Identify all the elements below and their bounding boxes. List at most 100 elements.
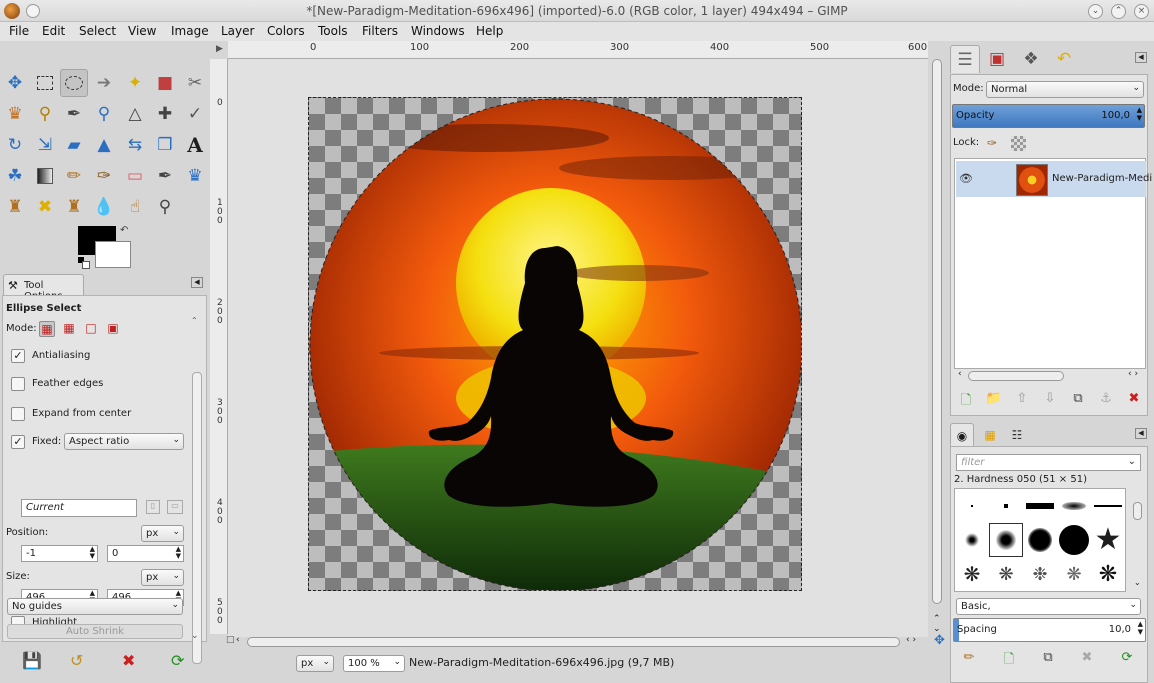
align-icon[interactable]: ✚ xyxy=(151,100,179,128)
perspective-clone-icon[interactable]: ♜ xyxy=(60,193,88,221)
brush-item[interactable] xyxy=(1057,523,1091,557)
brush-item[interactable] xyxy=(1023,489,1057,523)
background-color-swatch[interactable] xyxy=(95,241,131,268)
shear-icon[interactable]: ▰ xyxy=(60,131,88,159)
image-canvas[interactable] xyxy=(308,97,802,591)
brush-item[interactable]: ❋ xyxy=(1091,557,1125,591)
paths-icon[interactable]: ⚲ xyxy=(31,100,59,128)
scroll-left-icon[interactable]: ‹ xyxy=(236,635,240,645)
rect-select-icon[interactable] xyxy=(31,69,59,97)
lock-alpha-icon[interactable] xyxy=(1011,136,1026,151)
layer-row[interactable]: 👁 New-Paradigm-Medi xyxy=(956,161,1152,197)
heal-icon[interactable]: ✖ xyxy=(31,193,59,221)
save-options-icon[interactable]: 💾 xyxy=(22,651,42,670)
brush-item[interactable] xyxy=(955,489,989,523)
rotate-icon[interactable]: ↻ xyxy=(1,131,29,159)
unit-select[interactable]: px ⌄ xyxy=(296,655,334,672)
duplicate-layer-icon[interactable]: ⧉ xyxy=(1068,391,1088,406)
quick-mask-menu-icon[interactable]: ▶ xyxy=(216,44,223,54)
aspect-current-field[interactable]: Current xyxy=(21,499,137,517)
duplicate-brush-icon[interactable]: ⧉ xyxy=(1038,650,1058,665)
ink-icon[interactable]: ♛ xyxy=(181,162,209,190)
move-tool-icon[interactable]: ✥ xyxy=(1,69,29,97)
edit-brush-icon[interactable]: ✏ xyxy=(959,650,979,665)
menu-select[interactable]: Select xyxy=(79,24,116,38)
layers-list[interactable]: 👁 New-Paradigm-Medi ‹ ‹ › xyxy=(954,158,1152,381)
tab-tool-options[interactable]: ⚒ Tool Options xyxy=(3,274,84,302)
dock-menu-button[interactable]: ◀ xyxy=(1135,52,1147,63)
brush-item-selected[interactable] xyxy=(989,523,1023,557)
tab-channels-icon[interactable]: ▣ xyxy=(982,45,1012,73)
blend-icon[interactable] xyxy=(31,162,59,190)
crop-icon[interactable]: ✓ xyxy=(181,100,209,128)
layer-name[interactable]: New-Paradigm-Medi xyxy=(1052,173,1152,184)
color-picker-icon[interactable]: ✒ xyxy=(60,100,88,128)
smudge-icon[interactable]: ☝ xyxy=(121,193,149,221)
spin-arrows-icon[interactable]: ▲▼ xyxy=(1137,106,1142,122)
flip-icon[interactable]: ⇆ xyxy=(121,131,149,159)
airbrush-icon[interactable]: ✒ xyxy=(151,162,179,190)
brush-item[interactable] xyxy=(1057,489,1091,523)
position-y-field[interactable]: 0 ▲ ▼ xyxy=(107,545,184,562)
mode-subtract-icon[interactable]: □ xyxy=(83,321,99,337)
new-brush-icon[interactable]: 🗋 xyxy=(999,650,1019,672)
zoom-select[interactable]: 100 % ⌄ xyxy=(343,655,405,672)
brush-filter-input[interactable]: filter ⌄ xyxy=(956,454,1141,471)
perspective-icon[interactable]: ▲ xyxy=(90,131,118,159)
portrait-icon[interactable]: ▯ xyxy=(146,500,160,514)
horizontal-ruler[interactable]: 0 100 200 300 400 500 600 xyxy=(228,41,928,59)
navigation-icon[interactable]: ✥ xyxy=(934,633,945,648)
menu-help[interactable]: Help xyxy=(476,24,503,38)
measure-icon[interactable]: △ xyxy=(121,100,149,128)
vertical-ruler[interactable]: 0 100 200 300 400 500 xyxy=(210,59,228,634)
mode-add-icon[interactable]: ▦ xyxy=(61,321,77,337)
menu-image[interactable]: Image xyxy=(171,24,209,38)
close-window-button[interactable]: × xyxy=(1134,4,1149,19)
free-select-icon[interactable]: ➔ xyxy=(90,69,118,97)
menu-colors[interactable]: Colors xyxy=(267,24,305,38)
opacity-slider[interactable]: Opacity 100,0 ▲ ▼ xyxy=(952,104,1145,128)
menu-tools[interactable]: Tools xyxy=(318,24,348,38)
spin-arrows-icon[interactable]: ▲▼ xyxy=(176,546,181,560)
fuzzy-select-icon[interactable]: ✦ xyxy=(121,69,149,97)
tab-gradients-icon[interactable]: ☷ xyxy=(1005,423,1029,447)
dodge-burn-icon[interactable]: ⚲ xyxy=(151,193,179,221)
reset-options-icon[interactable]: ⟳ xyxy=(171,651,184,670)
tab-menu-button[interactable]: ◀ xyxy=(191,277,203,288)
landscape-icon[interactable]: ▭ xyxy=(167,500,183,514)
new-layer-group-icon[interactable]: 📁 xyxy=(984,391,1004,406)
guides-select[interactable]: No guides ⌄ xyxy=(7,598,183,615)
brush-grid-scrollbar[interactable]: ⌄ xyxy=(1131,488,1144,592)
reset-colors-icon[interactable] xyxy=(78,257,90,269)
blur-icon[interactable]: 💧 xyxy=(90,193,118,221)
zoom-icon[interactable]: ⚲ xyxy=(90,100,118,128)
menu-view[interactable]: View xyxy=(128,24,156,38)
brushes-menu-button[interactable]: ◀ xyxy=(1135,428,1147,439)
size-unit-select[interactable]: px ⌄ xyxy=(141,569,184,586)
brush-item[interactable] xyxy=(955,523,989,557)
cage-transform-icon[interactable]: ❒ xyxy=(151,131,179,159)
tab-undo-icon[interactable]: ↶ xyxy=(1049,45,1079,73)
menu-filters[interactable]: Filters xyxy=(362,24,398,38)
delete-options-icon[interactable]: ✖ xyxy=(122,651,135,670)
lock-pixels-icon[interactable]: ✑ xyxy=(987,136,997,150)
navigate-icon[interactable]: □ xyxy=(226,635,235,645)
tab-patterns-icon[interactable]: ▦ xyxy=(978,423,1002,447)
raise-layer-icon[interactable]: ⇧ xyxy=(1012,391,1032,406)
canvas-area[interactable] xyxy=(228,59,928,637)
delete-brush-icon[interactable]: ✖ xyxy=(1077,650,1097,665)
brush-grid[interactable]: ★ ❋ ❋ ❉ ❋ ❋ xyxy=(954,488,1126,592)
brush-item[interactable] xyxy=(989,489,1023,523)
mode-intersect-icon[interactable]: ▣ xyxy=(105,321,121,337)
star-brush-icon[interactable]: ★ xyxy=(1091,523,1125,557)
spin-arrows-icon[interactable]: ▲▼ xyxy=(1138,620,1143,636)
layers-hscrollbar[interactable]: ‹ ‹ › xyxy=(956,369,1146,383)
tab-paths-icon[interactable]: ❖ xyxy=(1016,45,1046,73)
swap-colors-icon[interactable]: ↶ xyxy=(120,225,128,236)
menu-windows[interactable]: Windows xyxy=(411,24,465,38)
expand-from-center-checkbox[interactable] xyxy=(11,407,25,421)
fixed-mode-select[interactable]: Aspect ratio ⌄ xyxy=(64,433,184,450)
text-tool-icon[interactable]: A xyxy=(181,131,209,159)
antialiasing-checkbox[interactable]: ✓ xyxy=(11,349,25,363)
bucket-fill-icon[interactable]: ☘ xyxy=(1,162,29,190)
